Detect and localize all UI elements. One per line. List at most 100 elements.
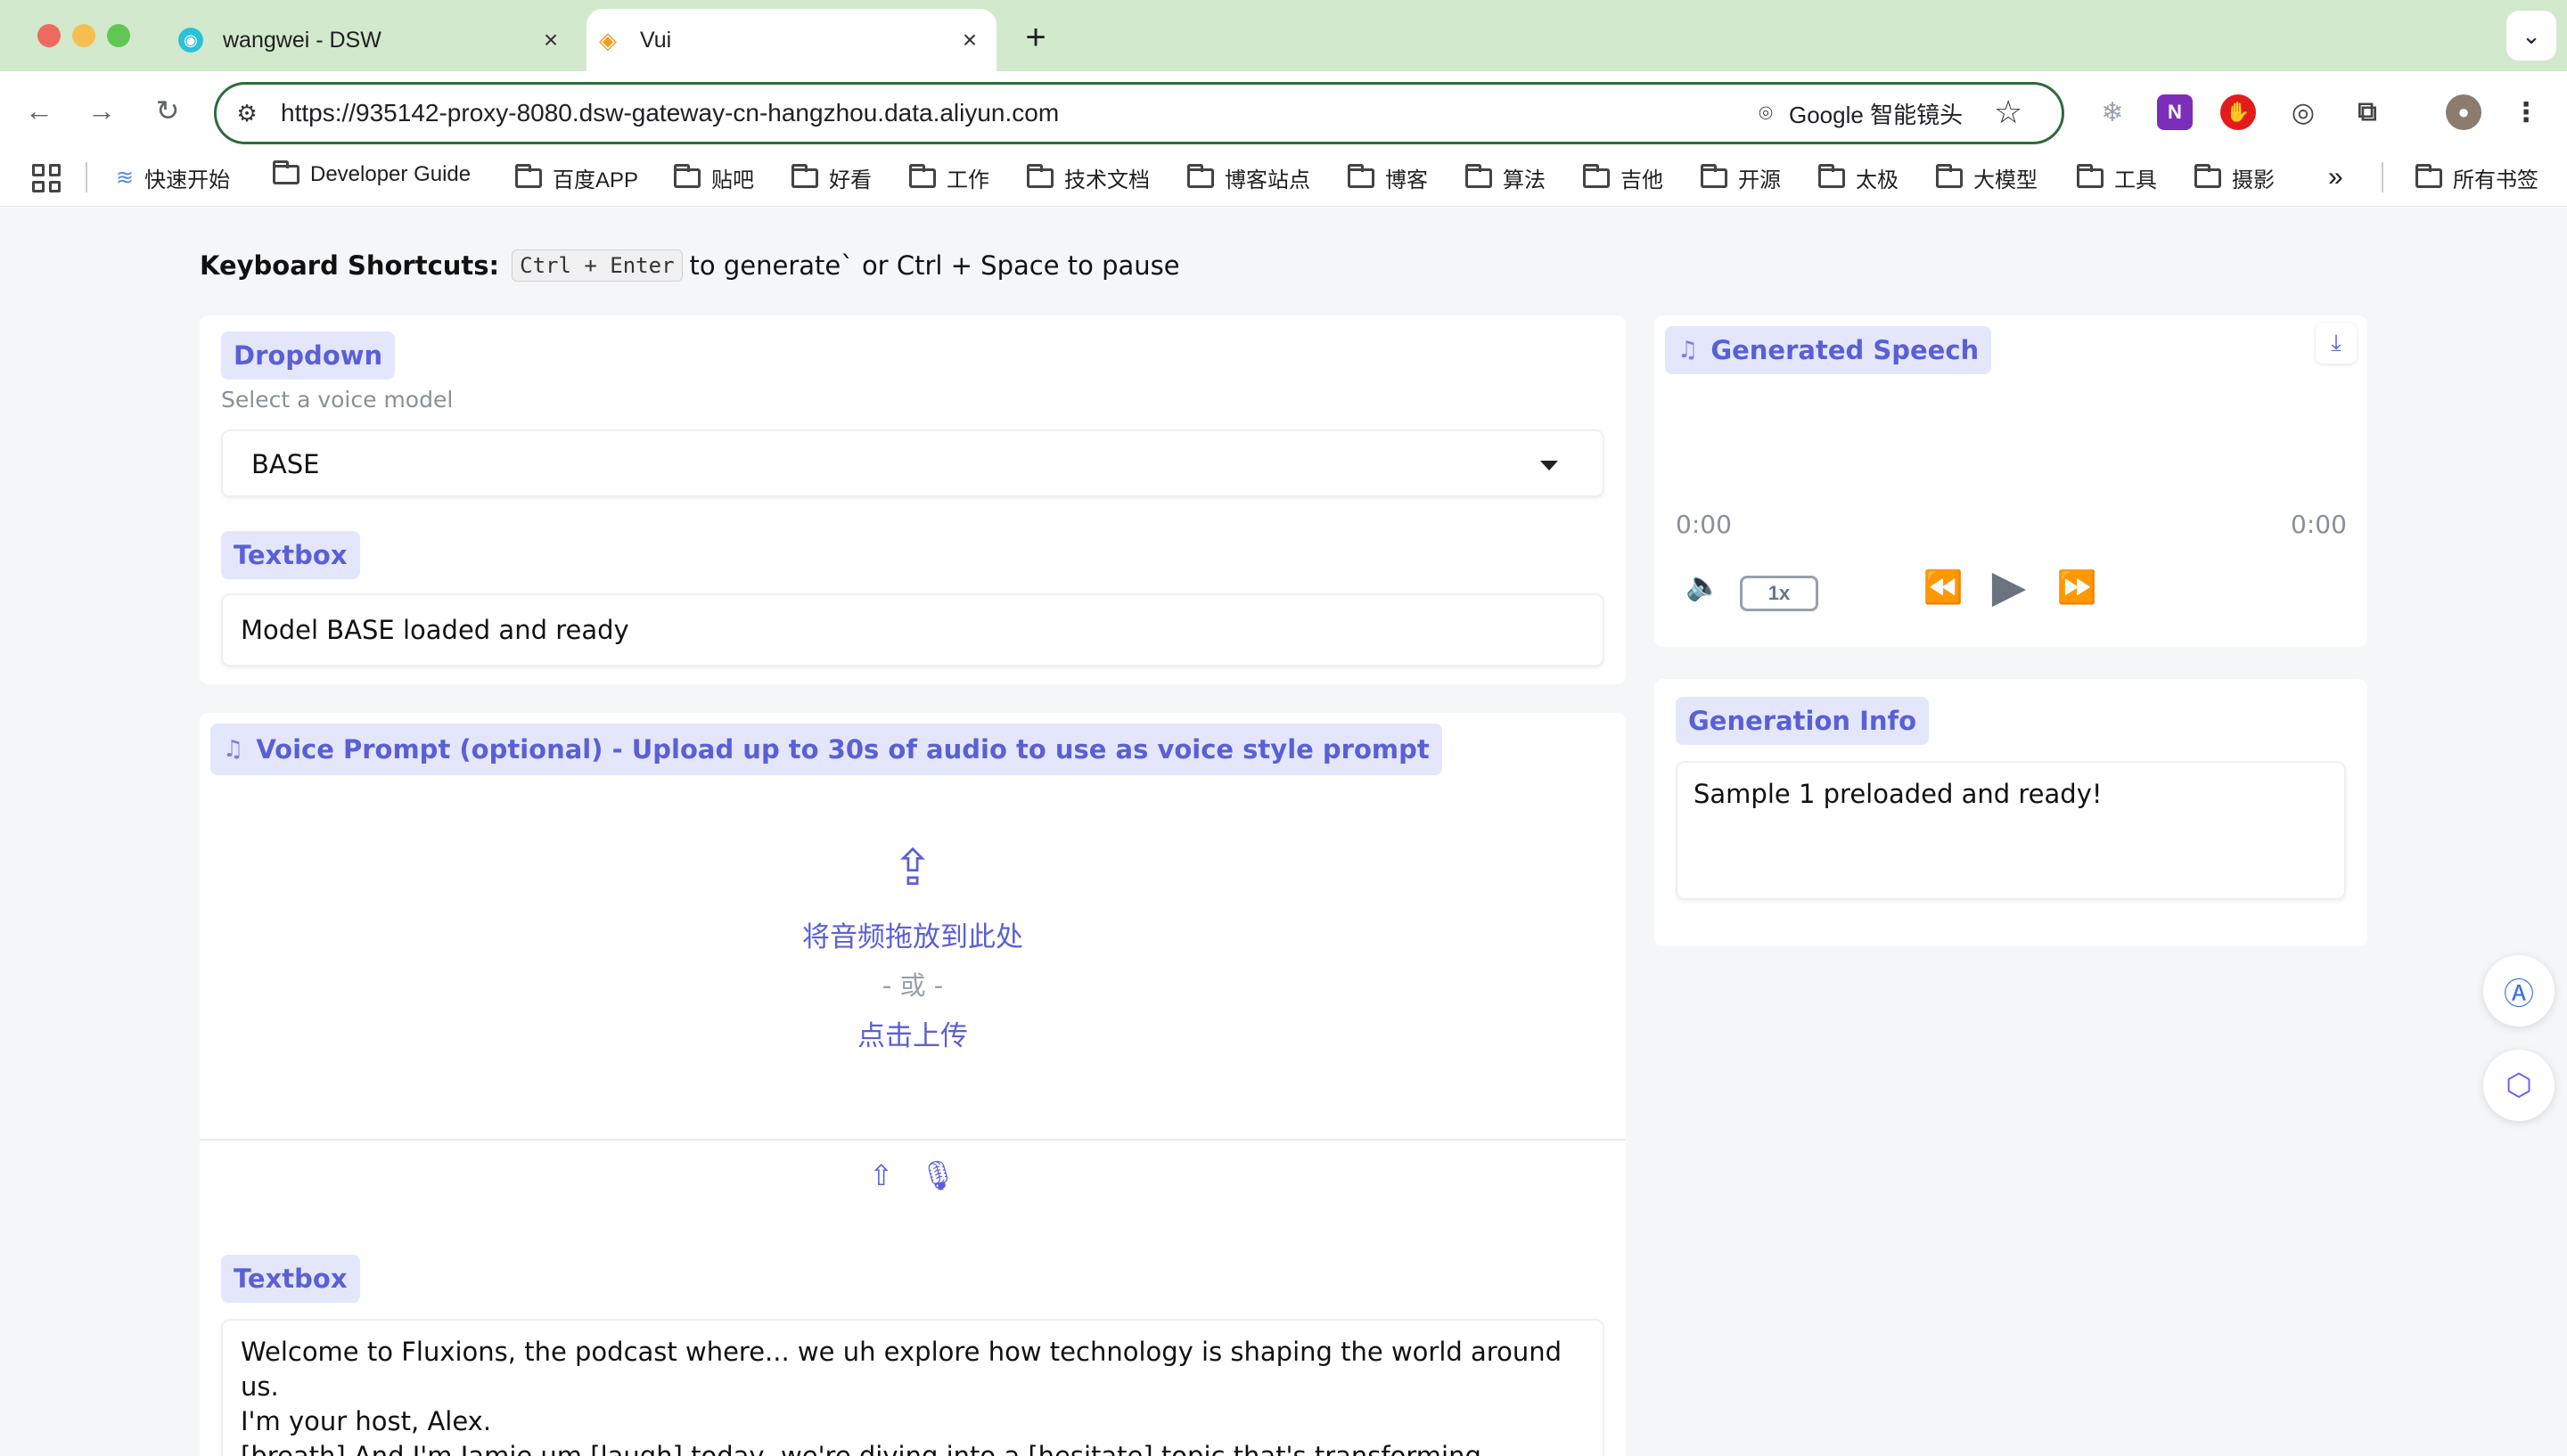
voice-model-dropdown[interactable]: BASE bbox=[221, 429, 1604, 497]
lens-label: Google 智能镜头 bbox=[1789, 102, 1964, 128]
vui-favicon-icon: ◈ bbox=[599, 26, 617, 53]
folder-icon bbox=[2415, 163, 2442, 188]
url-text[interactable]: https://935142-proxy-8080.dsw-gateway-cn… bbox=[281, 99, 1059, 127]
apps-grid-icon[interactable] bbox=[32, 164, 61, 192]
chevron-down-icon bbox=[1540, 461, 1558, 470]
bookmark-item[interactable]: ≋ 快速开始 bbox=[116, 162, 230, 193]
forward-icon[interactable]: → bbox=[82, 91, 121, 130]
generation-info-label-text: Generation Info bbox=[1688, 706, 1917, 736]
playback-speed-button[interactable]: 1x bbox=[1740, 576, 1818, 611]
bookmark-folder[interactable]: 吉他 bbox=[1583, 162, 1663, 193]
bookmark-folder[interactable]: 摄影 bbox=[2194, 162, 2275, 193]
bookmark-folder[interactable]: 工具 bbox=[2077, 162, 2157, 193]
browser-titlebar: ◉ wangwei - DSW × ◈ Vui × + ⌄ bbox=[0, 0, 2567, 71]
new-tab-button[interactable]: + bbox=[1014, 16, 1057, 59]
volume-icon[interactable]: 🔈 bbox=[1681, 563, 1726, 608]
site-info-icon[interactable]: ⚙ bbox=[229, 95, 265, 131]
bookmark-folder[interactable]: 博客 bbox=[1348, 162, 1428, 193]
bookmark-label: 吉他 bbox=[1620, 168, 1663, 192]
bookmark-folder[interactable]: 开源 bbox=[1701, 162, 1781, 193]
or-text: - 或 - bbox=[882, 970, 944, 1001]
tab-vui[interactable]: ◈ Vui × bbox=[586, 9, 996, 71]
bookmark-folder[interactable]: Developer Guide bbox=[273, 160, 471, 187]
script-line: Welcome to Fluxions, the podcast where..… bbox=[241, 1337, 1562, 1402]
duration: 0:00 bbox=[2291, 510, 2347, 539]
more-bookmarks-icon[interactable]: » bbox=[2328, 162, 2343, 192]
profile-avatar[interactable]: ● bbox=[2446, 94, 2481, 130]
folder-icon bbox=[1818, 163, 1845, 188]
back-icon[interactable]: ← bbox=[20, 91, 59, 130]
generated-speech-label-text: Generated Speech bbox=[1710, 335, 1980, 365]
all-bookmarks-folder[interactable]: 所有书签 bbox=[2415, 162, 2538, 193]
extension-1-icon[interactable]: ❄ bbox=[2095, 94, 2130, 130]
bookmark-folder[interactable]: 工作 bbox=[909, 162, 989, 193]
tab-title: wangwei - DSW bbox=[223, 27, 381, 53]
click-upload-text[interactable]: 点击上传 bbox=[857, 1013, 968, 1053]
generation-info-textbox[interactable]: Sample 1 preloaded and ready! bbox=[1676, 761, 2346, 900]
reload-icon[interactable]: ↻ bbox=[148, 91, 187, 130]
window-close-button[interactable] bbox=[37, 24, 61, 47]
bookmark-separator bbox=[86, 162, 87, 192]
dropdown-info: Select a voice model bbox=[221, 387, 454, 413]
play-icon[interactable]: ▶ bbox=[1984, 558, 2034, 615]
dropdown-label-text: Dropdown bbox=[234, 340, 383, 371]
window-maximize-button[interactable] bbox=[107, 24, 130, 47]
tab-search-icon[interactable]: ⌄ bbox=[2506, 11, 2556, 61]
bookmark-label: 快速开始 bbox=[144, 168, 231, 192]
dropdown-value: BASE bbox=[251, 449, 320, 479]
bookmark-folder[interactable]: 博客站点 bbox=[1187, 162, 1310, 193]
download-icon[interactable]: ⤓ bbox=[2316, 323, 2357, 364]
browser-menu-icon[interactable]: ⋮ bbox=[2508, 94, 2544, 130]
bookmark-folder[interactable]: 百度APP bbox=[515, 162, 638, 193]
folder-icon bbox=[674, 163, 701, 188]
script-textbox-label: Textbox bbox=[221, 1255, 360, 1303]
bookmark-folder[interactable]: 算法 bbox=[1465, 162, 1546, 193]
extension-2-icon[interactable]: ◎ bbox=[2285, 94, 2321, 130]
tab-close-icon[interactable]: × bbox=[535, 24, 567, 56]
microphone-icon[interactable]: 🎙 bbox=[920, 1158, 956, 1192]
script-line: I'm your host, Alex. bbox=[241, 1406, 492, 1436]
tab-close-icon[interactable]: × bbox=[954, 24, 986, 56]
shortcuts-title: Keyboard Shortcuts: bbox=[200, 250, 500, 281]
script-textbox[interactable]: Welcome to Fluxions, the podcast where..… bbox=[221, 1319, 1604, 1456]
lens-icon: ⌾ bbox=[1759, 99, 1773, 127]
bookmark-folder[interactable]: 好看 bbox=[791, 162, 872, 193]
tab-dsw[interactable]: ◉ wangwei - DSW × bbox=[169, 9, 578, 71]
extensions-puzzle-icon[interactable]: ⧉ bbox=[2350, 94, 2385, 130]
textbox-label-text: Textbox bbox=[234, 1264, 348, 1294]
assistant-float-icon[interactable]: ⬡ bbox=[2483, 1050, 2555, 1121]
translate-float-icon[interactable]: Ⓐ bbox=[2483, 955, 2555, 1027]
google-lens-button[interactable]: ⌾ Google 智能镜头 bbox=[1751, 97, 1963, 130]
dropdown-label: Dropdown bbox=[221, 331, 396, 380]
tab-title: Vui bbox=[640, 27, 672, 53]
adblock-icon[interactable]: ✋ bbox=[2220, 94, 2256, 130]
bookmarks-bar: ≋ 快速开始 Developer Guide 百度APP 贴吧 好看 工作 技术… bbox=[0, 150, 2567, 207]
address-bar[interactable]: ⚙ https://935142-proxy-8080.dsw-gateway-… bbox=[214, 82, 2064, 144]
bookmark-folder[interactable]: 大模型 bbox=[1936, 162, 2038, 193]
folder-icon bbox=[1701, 163, 1727, 188]
folder-icon bbox=[909, 163, 936, 188]
bookmark-folder[interactable]: 技术文档 bbox=[1027, 162, 1150, 193]
bookmark-label: 算法 bbox=[1503, 168, 1546, 192]
onenote-icon[interactable]: N bbox=[2157, 94, 2193, 130]
bookmark-star-icon[interactable]: ☆ bbox=[1994, 94, 2022, 131]
bookmark-label: 开源 bbox=[1738, 168, 1781, 192]
rewind-icon[interactable]: ⏪ bbox=[1918, 565, 1968, 609]
music-note-icon: ♫ bbox=[1677, 337, 1699, 364]
generation-info-value: Sample 1 preloaded and ready! bbox=[1694, 779, 2103, 809]
keyboard-shortcuts-hint: Keyboard Shortcuts: Ctrl + Enter to gene… bbox=[200, 249, 1180, 282]
status-textbox-label: Textbox bbox=[221, 531, 360, 579]
folder-icon bbox=[791, 163, 818, 188]
window-minimize-button[interactable] bbox=[72, 24, 95, 47]
generated-speech-label: ♫ Generated Speech bbox=[1665, 326, 1992, 374]
status-textbox[interactable]: Model BASE loaded and ready bbox=[221, 593, 1604, 667]
upload-source-icon[interactable]: ⇧ bbox=[869, 1158, 893, 1192]
bookmark-folder[interactable]: 太极 bbox=[1818, 162, 1899, 193]
fast-forward-icon[interactable]: ⏩ bbox=[2052, 565, 2102, 609]
bookmark-label: 好看 bbox=[829, 168, 872, 192]
generation-info-label: Generation Info bbox=[1676, 697, 1930, 745]
bookmark-folder[interactable]: 贴吧 bbox=[674, 162, 754, 193]
folder-icon bbox=[1027, 163, 1054, 188]
bookmark-label: 大模型 bbox=[1973, 168, 2038, 192]
folder-icon bbox=[1465, 163, 1492, 188]
